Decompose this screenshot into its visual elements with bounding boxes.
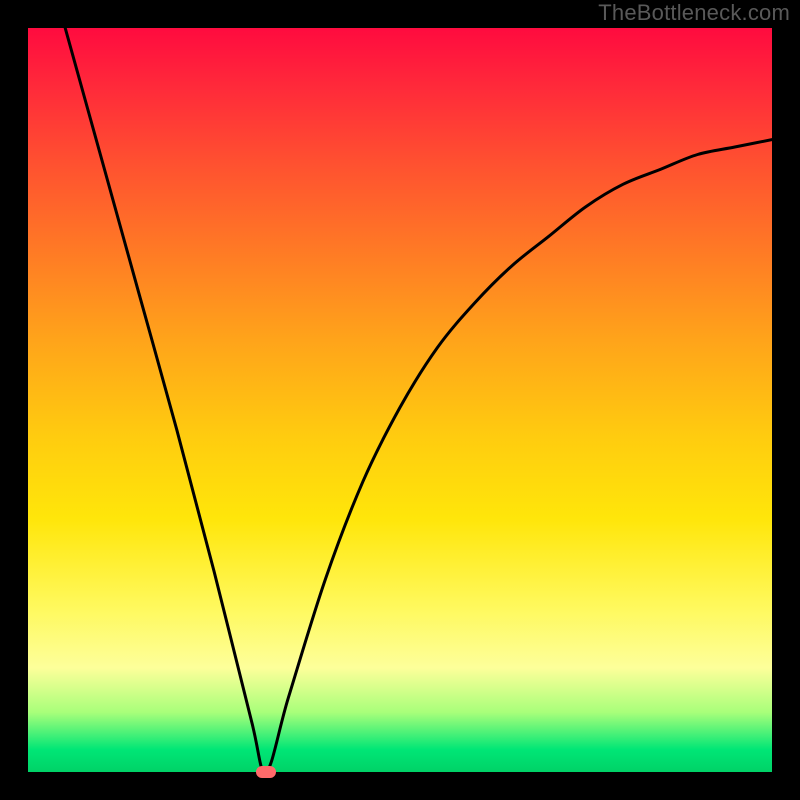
chart-frame: TheBottleneck.com bbox=[0, 0, 800, 800]
bottleneck-curve bbox=[28, 28, 772, 772]
minimum-marker bbox=[256, 766, 276, 778]
plot-area bbox=[28, 28, 772, 772]
watermark-text: TheBottleneck.com bbox=[598, 0, 790, 26]
